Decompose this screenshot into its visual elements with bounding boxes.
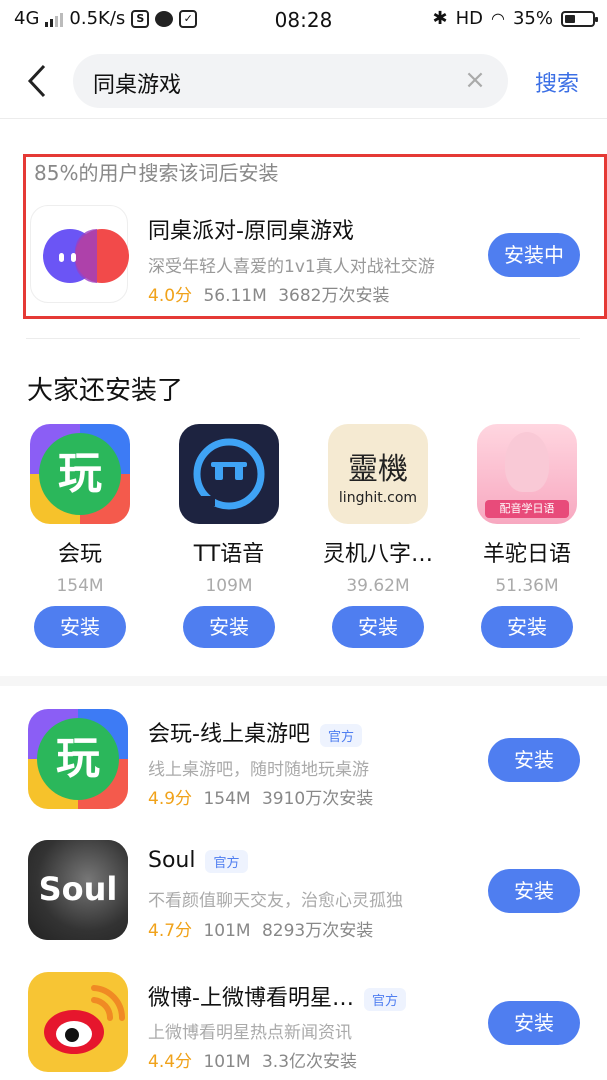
installs: 8293万次安装 [261,921,374,941]
list-app-desc: 不看颜值聊天交友，治愈心灵孤独 [148,891,403,911]
grid-app-name: 灵机八字… [322,542,433,567]
header-divider [0,118,607,119]
grid-app-size: 109M [205,576,253,596]
list-app-meta: 4.9分 154M 3910万次安装 [148,784,373,809]
search-input[interactable]: 同桌游戏 × [73,54,508,108]
list-app-desc: 上微博看明星热点新闻资讯 [148,1023,352,1043]
official-badge: 官方 [363,987,406,1011]
battery-icon [561,10,598,27]
app-title: Soul [148,848,196,873]
grid-app-size: 154M [56,576,104,596]
weibo-icon[interactable] [28,972,128,1072]
eye-left [59,253,64,262]
install-button[interactable]: 安装 [481,606,573,648]
install-button[interactable]: 安装 [34,606,126,648]
app-title: 微博-上微博看明星… [148,986,354,1011]
install-button[interactable]: 安装 [183,606,275,648]
grid-app-yangtuo[interactable]: 配音学日语 羊驼日语 51.36M 安装 [467,424,587,648]
soul-logo-text: Soul [38,870,118,908]
size: 56.11M [203,286,267,306]
tt-face-icon [193,438,265,510]
list-app-meta: 4.7分 101M 8293万次安装 [148,916,373,941]
install-button[interactable]: 安装 [332,606,424,648]
list-app-name[interactable]: 会玩-线上桌游吧 官方 [148,716,362,748]
list-app-desc: 线上桌游吧，随时随地玩桌游 [148,760,369,780]
grid-app-name: TT语音 [193,542,265,567]
size: 101M [203,921,251,941]
installs: 3.3亿次安装 [261,1052,358,1072]
rating: 4.0分 [148,286,193,306]
battery-percent: 35% [512,8,553,29]
section-title: 大家还安装了 [27,376,184,406]
huiwan-icon: 玩 [30,424,130,524]
install-button[interactable]: 安装 [488,1001,580,1045]
size: 154M [203,789,251,809]
installs: 3910万次安装 [261,789,374,809]
grid-app-tt[interactable]: TT语音 109M 安装 [169,424,289,648]
huiwan-glyph: 玩 [37,718,119,800]
top-app-name[interactable]: 同桌派对-原同桌游戏 [148,213,354,245]
linghit-url: linghit.com [338,490,418,506]
list-app-meta: 4.4分 101M 3.3亿次安装 [148,1047,357,1072]
hd-label: HD [455,8,484,29]
app-title: 会玩-线上桌游吧 [148,722,310,747]
section-divider [26,338,580,339]
linghit-logo-text: 靈機 [348,452,408,487]
tt-voice-icon [179,424,279,524]
size: 101M [203,1052,251,1072]
wifi-icon: ◠ [491,9,505,28]
back-button[interactable] [22,62,58,100]
grid-app-linghit[interactable]: 靈機 linghit.com 灵机八字… 39.62M 安装 [318,424,438,648]
soul-icon[interactable]: Soul [28,840,128,940]
install-button[interactable]: 安装 [488,738,580,782]
chevron-left-icon [27,64,46,98]
bluetooth-icon: ✱ [432,8,448,29]
grid-app-name: 会玩 [57,542,102,567]
list-app-name[interactable]: 微博-上微博看明星… 官方 [148,980,406,1012]
section-gap [0,676,607,686]
top-app-meta: 4.0分 56.11M 3682万次安装 [148,281,389,306]
official-badge: 官方 [319,723,362,747]
clear-icon[interactable]: × [462,67,488,94]
yangtuo-caption: 配音学日语 [485,500,569,518]
top-app-desc: 深受年轻人喜爱的1v1真人对战社交游 [148,257,435,277]
status-right: ✱ HD ◠ 35% [432,8,598,29]
search-query: 同桌游戏 [93,73,182,98]
weibo-logo-icon [44,985,126,1054]
install-button[interactable]: 安装 [488,869,580,913]
status-bar: 4G 0.5K/s S ✓ 08:28 ✱ HD ◠ 35% [0,0,607,40]
rating: 4.9分 [148,789,193,809]
rating: 4.4分 [148,1052,193,1072]
rating: 4.7分 [148,921,193,941]
grid-app-huiwan[interactable]: 玩 会玩 154M 安装 [20,424,140,648]
huiwan-glyph: 玩 [39,433,121,515]
eye-right [71,253,76,262]
tongzhuo-app-icon[interactable] [30,205,129,303]
search-button[interactable]: 搜索 [535,66,579,98]
linghit-icon: 靈機 linghit.com [328,424,428,524]
official-badge: 官方 [205,849,248,873]
installing-button[interactable]: 安装中 [488,233,580,277]
yangtuo-icon: 配音学日语 [477,424,577,524]
grid-app-size: 51.36M [495,576,559,596]
list-app-name[interactable]: Soul 官方 [148,848,248,873]
grid-app-name: 羊驼日语 [482,542,571,567]
huiwan-icon[interactable]: 玩 [28,709,128,809]
anime-girl-figure [505,432,549,492]
installs: 3682万次安装 [278,286,390,306]
grid-app-size: 39.62M [346,576,410,596]
install-hint: 85%的用户搜索该词后安装 [34,161,279,185]
